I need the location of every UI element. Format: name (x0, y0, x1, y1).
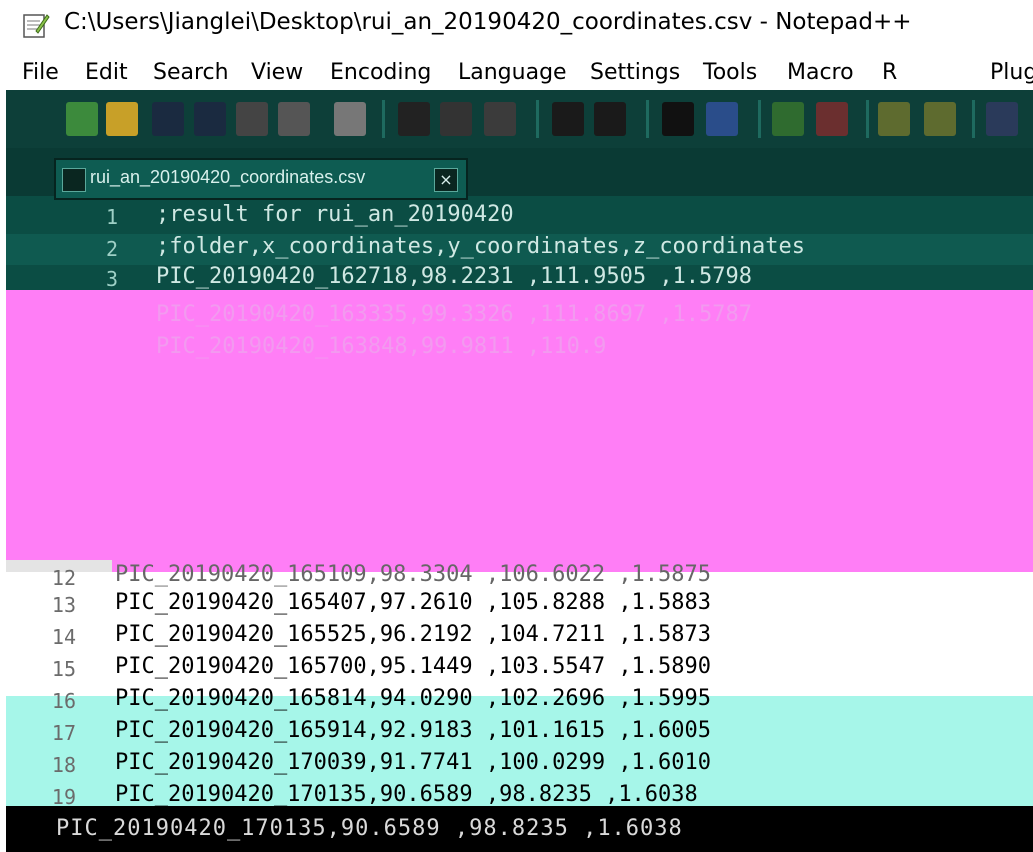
menu-search[interactable]: Search (153, 60, 229, 85)
line-text: PIC_20190420_165814,94.0290 ,102.2696 ,1… (115, 686, 712, 711)
sync-v-icon[interactable] (878, 102, 910, 136)
redo-icon[interactable] (594, 102, 626, 136)
editor-line: 1 ;result for rui_an_20190420 (6, 202, 1033, 233)
corrupted-region-bottom: PIC_20190420_170135,90.6589 ,98.8235 ,1.… (6, 806, 1033, 852)
line-number: 2 (105, 237, 118, 261)
zoom-out-icon[interactable] (816, 102, 848, 136)
menu-file[interactable]: File (22, 60, 59, 85)
line-text: ;result for rui_an_20190420 (156, 202, 514, 227)
save-all-icon[interactable] (194, 102, 226, 136)
editor-lines-top: 1 ;result for rui_an_20190420 2 ;folder,… (6, 196, 1033, 291)
toolbar-separator (972, 100, 975, 138)
menu-run[interactable]: R (882, 60, 897, 85)
save-state-icon (62, 168, 86, 192)
line-number: 13 (51, 593, 76, 617)
line-text: PIC_20190420_165109,98.3304 ,106.6022 ,1… (115, 562, 712, 587)
corrupted-region: PIC_20190420_163335,99.3326 ,111.8697 ,1… (6, 290, 1033, 572)
line-text: ;folder,x_coordinates,y_coordinates,z_co… (156, 234, 806, 259)
cut-icon[interactable] (398, 102, 430, 136)
toolbar-separator (536, 100, 539, 138)
editor-line: 2 ;folder,x_coordinates,y_coordinates,z_… (6, 234, 1033, 265)
editor-top-region: rui_an_20190420_coordinates.csv × 1 ;res… (6, 90, 1033, 291)
line-number: 1 (105, 205, 118, 229)
menu-edit[interactable]: Edit (85, 60, 128, 85)
find-icon[interactable] (662, 102, 694, 136)
menu-plugins[interactable]: Plug (990, 60, 1033, 85)
line-number: 3 (105, 267, 118, 291)
line-number: 12 (51, 566, 76, 590)
line-text: PIC_20190420_165914,92.9183 ,101.1615 ,1… (115, 718, 712, 743)
open-file-icon[interactable] (106, 102, 138, 136)
menu-bar: File Edit Search View Encoding Language … (0, 58, 1033, 94)
close-all-icon[interactable] (278, 102, 310, 136)
toolbar-separator (382, 100, 385, 138)
copy-icon[interactable] (440, 102, 472, 136)
line-text: PIC_20190420_170135,90.6589 ,98.8235 ,1.… (115, 782, 698, 807)
menu-settings[interactable]: Settings (590, 60, 680, 85)
line-text: PIC_20190420_162718,98.2231 ,111.9505 ,1… (156, 264, 753, 289)
toolbar-separator (646, 100, 649, 138)
close-tab-icon[interactable]: × (434, 168, 458, 192)
notepad-icon (23, 14, 50, 38)
sync-h-icon[interactable] (924, 102, 956, 136)
line-text: PIC_20190420_170039,91.7741 ,100.0299 ,1… (115, 750, 712, 775)
replace-icon[interactable] (706, 102, 738, 136)
undo-icon[interactable] (552, 102, 584, 136)
menu-encoding[interactable]: Encoding (330, 60, 431, 85)
tab-strip: rui_an_20190420_coordinates.csv × (6, 148, 1033, 200)
menu-view[interactable]: View (251, 60, 303, 85)
line-text: PIC_20190420_165525,96.2192 ,104.7211 ,1… (115, 622, 712, 647)
toolbar-separator (866, 100, 869, 138)
title-bar: C:\Users\Jianglei\Desktop\rui_an_2019042… (0, 0, 1033, 52)
menu-macro[interactable]: Macro (787, 60, 854, 85)
line-number: 17 (51, 721, 76, 745)
line-text: PIC_20190420_170135,90.6589 ,98.8235 ,1.… (56, 816, 683, 841)
toolbar (6, 90, 1033, 148)
line-number: 15 (51, 657, 76, 681)
line-number: 18 (51, 753, 76, 777)
toolbar-separator (758, 100, 761, 138)
window-title: C:\Users\Jianglei\Desktop\rui_an_2019042… (64, 9, 912, 35)
print-icon[interactable] (334, 102, 366, 136)
tab-file[interactable]: rui_an_20190420_coordinates.csv × (54, 158, 468, 200)
menu-tools[interactable]: Tools (703, 60, 757, 85)
line-number: 14 (51, 625, 76, 649)
zoom-in-icon[interactable] (772, 102, 804, 136)
line-text: PIC_20190420_163848,99.9811 ,110.9 (156, 334, 607, 359)
line-number: 16 (51, 689, 76, 713)
close-icon[interactable] (236, 102, 268, 136)
line-text: PIC_20190420_165407,97.2610 ,105.8288 ,1… (115, 590, 712, 615)
new-file-icon[interactable] (66, 102, 98, 136)
paste-icon[interactable] (484, 102, 516, 136)
tab-label: rui_an_20190420_coordinates.csv (90, 167, 366, 187)
wrap-icon[interactable] (986, 102, 1018, 136)
line-text: PIC_20190420_165700,95.1449 ,103.5547 ,1… (115, 654, 712, 679)
line-text: PIC_20190420_163335,99.3326 ,111.8697 ,1… (156, 302, 753, 327)
save-icon[interactable] (152, 102, 184, 136)
menu-language[interactable]: Language (458, 60, 567, 85)
